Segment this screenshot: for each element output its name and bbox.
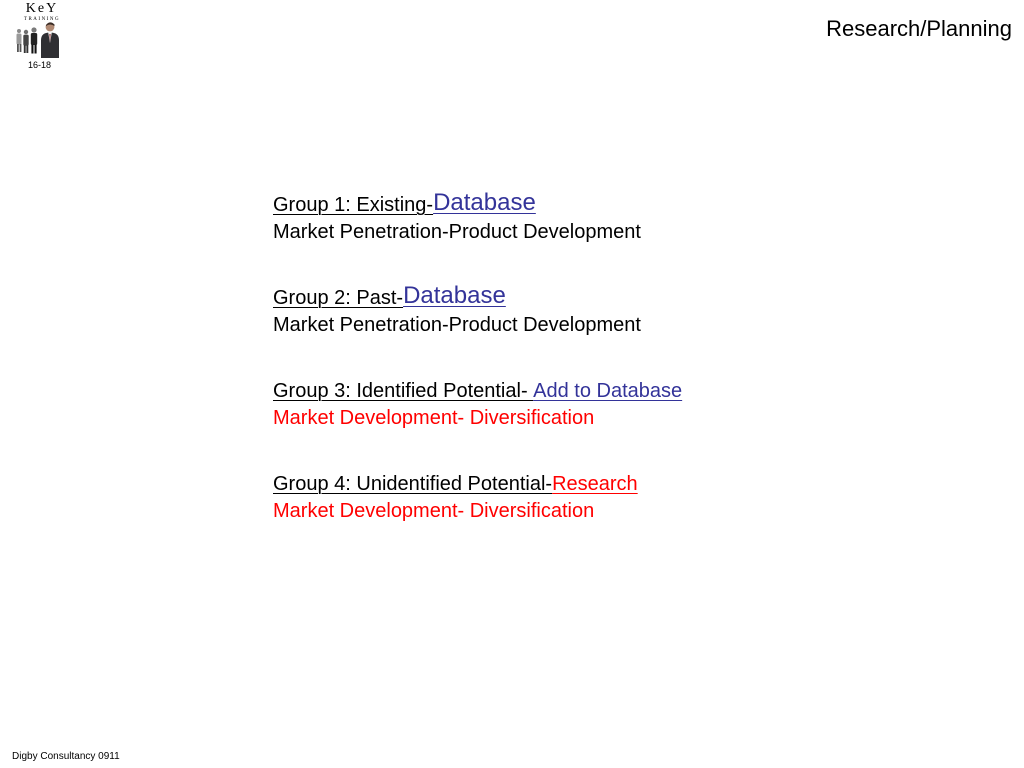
group-item: Group 4: Unidentified Potential- Research… <box>273 465 913 527</box>
group-list: Group 1: Existing- Database Market Penetr… <box>273 186 913 527</box>
logo-subtitle: TRAINING <box>24 17 60 22</box>
group-heading: Group 4: Unidentified Potential- Research <box>273 465 913 496</box>
group-strategy: Market Development- Diversification <box>273 407 595 429</box>
group-strategy: Market Penetration-Product Development <box>273 314 641 336</box>
group-item: Group 3: Identified Potential- Add to Da… <box>273 372 913 434</box>
group-action-link[interactable]: Database <box>433 189 536 217</box>
group-label: Group 2: Past- <box>273 287 404 309</box>
slide-number: 16-18 <box>28 60 52 70</box>
group-action-link[interactable]: Add to Database <box>533 379 682 403</box>
group-heading: Group 2: Past- Database <box>273 279 913 310</box>
group-strategy: Market Penetration-Product Development <box>273 221 641 243</box>
group-label: Group 4: Unidentified Potential- <box>273 473 553 495</box>
group-item: Group 2: Past- Database Market Penetratio… <box>273 279 913 341</box>
group-heading: Group 3: Identified Potential- Add to Da… <box>273 372 913 403</box>
group-action-link[interactable]: Database <box>403 282 506 310</box>
group-label: Group 1: Existing- <box>273 194 434 216</box>
footer-credit: Digby Consultancy 0911 <box>12 751 120 762</box>
group-label: Group 3: Identified Potential- <box>273 380 534 402</box>
group-heading: Group 1: Existing- Database <box>273 186 913 217</box>
people-figures-icon <box>16 22 59 58</box>
group-action-link[interactable]: Research <box>552 472 638 496</box>
group-item: Group 1: Existing- Database Market Penetr… <box>273 186 913 248</box>
logo-wordmark: KeY <box>26 1 58 16</box>
slide-title: Research/Planning <box>826 16 1012 41</box>
key-training-logo: KeY TRAINING <box>10 0 74 60</box>
group-strategy: Market Development- Diversification <box>273 500 595 522</box>
